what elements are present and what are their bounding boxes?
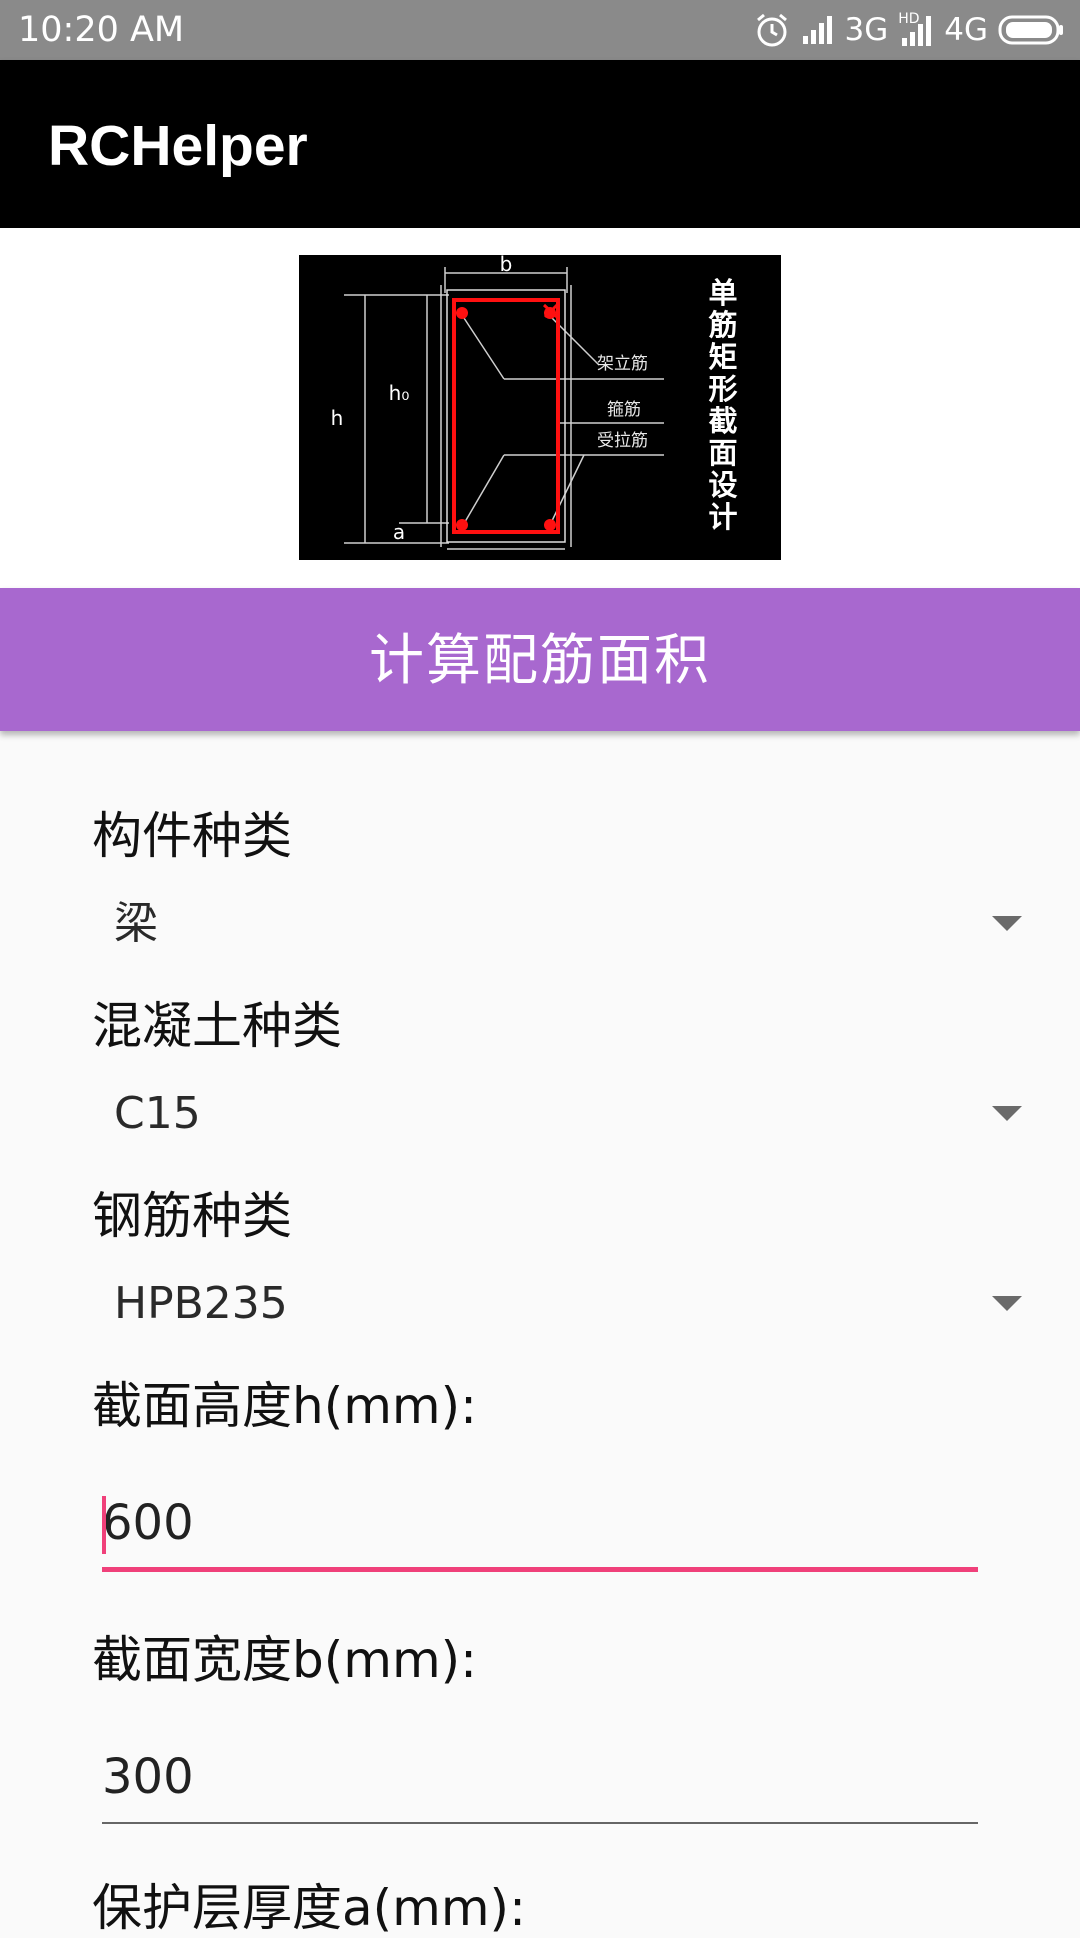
field-underline-focused — [102, 1567, 978, 1572]
status-bar: 10:20 AM 3G HD 4G — [0, 0, 1080, 60]
beam-section-diagram: b h h₀ a 架立筋 箍筋 受拉筋 单 筋 矩 形 截 面 设 计 — [299, 255, 781, 560]
vertical-title-char: 面 — [708, 436, 737, 470]
vertical-title-char: 计 — [708, 500, 737, 534]
dropdown-arrow-icon — [992, 1296, 1022, 1311]
signal-icon — [802, 16, 832, 44]
app-title: RCHelper — [48, 114, 308, 178]
calculate-reinforcement-button[interactable]: 计算配筋面积 — [0, 588, 1080, 731]
concrete-type-spinner[interactable]: C15 — [92, 1074, 1032, 1154]
dropdown-arrow-icon — [992, 916, 1022, 931]
vertical-title-char: 设 — [708, 468, 737, 502]
rebar-type-label: 钢筋种类 — [92, 1187, 292, 1245]
vertical-title-char: 单 — [708, 276, 737, 310]
header-image-area: b h h₀ a 架立筋 箍筋 受拉筋 单 筋 矩 形 截 面 设 计 — [0, 228, 1080, 588]
diagram-label-erection-bar: 架立筋 — [597, 354, 648, 374]
cover-thickness-label: 保护层厚度a(mm): — [92, 1879, 526, 1937]
section-height-input[interactable] — [102, 1480, 978, 1566]
text-cursor — [102, 1496, 106, 1554]
network-4g-label: 4G — [944, 12, 988, 48]
diagram-label-stirrup: 箍筋 — [607, 400, 641, 420]
network-3g-label: 3G — [844, 12, 889, 48]
section-height-label: 截面高度h(mm): — [92, 1377, 477, 1435]
diagram-label-h: h — [331, 406, 344, 430]
field-underline — [102, 1822, 978, 1824]
vertical-title-char: 筋 — [708, 308, 737, 342]
battery-icon — [998, 15, 1063, 45]
member-type-spinner[interactable]: 梁 — [92, 884, 1032, 964]
concrete-type-value: C15 — [114, 1088, 201, 1139]
diagram-vertical-title: 单 筋 矩 形 截 面 设 计 — [708, 276, 737, 534]
section-width-label: 截面宽度b(mm): — [92, 1631, 478, 1689]
status-time: 10:20 AM — [18, 10, 185, 50]
app-bar: RCHelper — [0, 60, 1080, 228]
vertical-title-char: 截 — [708, 404, 737, 438]
diagram-label-a: a — [393, 520, 405, 544]
dropdown-arrow-icon — [992, 1106, 1022, 1121]
signal-hd-icon — [902, 16, 932, 46]
hd-signal: HD — [898, 12, 934, 48]
diagram-label-b: b — [500, 255, 513, 276]
vertical-title-char: 矩 — [708, 340, 737, 374]
member-type-label: 构件种类 — [92, 807, 292, 865]
section-height-field[interactable] — [102, 1480, 978, 1572]
section-width-input[interactable] — [102, 1734, 978, 1820]
status-icons: 3G HD 4G — [753, 8, 1065, 52]
vertical-title-char: 形 — [708, 372, 737, 406]
rebar-type-value: HPB235 — [114, 1278, 288, 1329]
section-width-field[interactable] — [102, 1734, 978, 1826]
rebar-type-spinner[interactable]: HPB235 — [92, 1264, 1032, 1344]
diagram-label-h0: h₀ — [389, 381, 410, 405]
concrete-type-label: 混凝土种类 — [92, 997, 342, 1055]
diagram-label-tension-bar: 受拉筋 — [597, 431, 648, 451]
member-type-value: 梁 — [114, 898, 158, 949]
alarm-icon — [756, 13, 787, 47]
